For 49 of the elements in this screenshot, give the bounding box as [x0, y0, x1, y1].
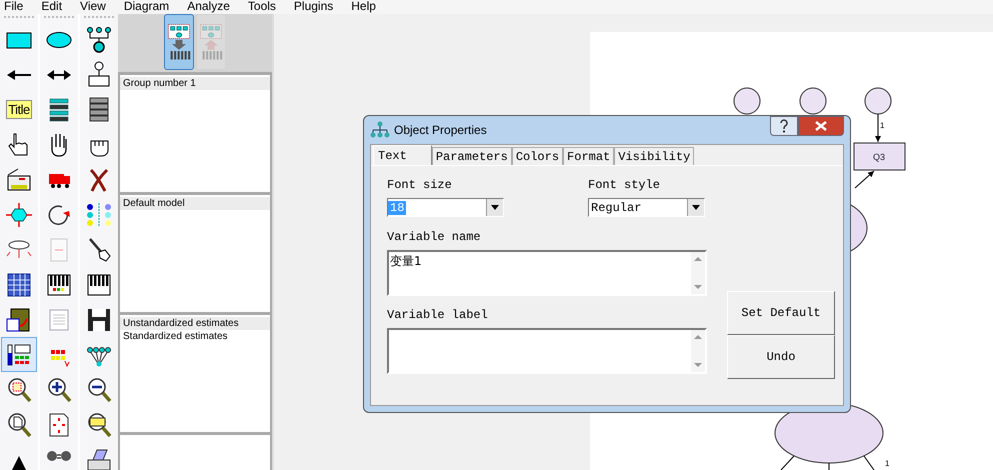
list-item[interactable]: Group number 1 [120, 77, 270, 90]
title-tool[interactable]: Title [1, 92, 37, 127]
path-arrow [875, 114, 881, 142]
scroll-arrows-icon [694, 333, 702, 369]
field-label: Variable name [387, 230, 482, 244]
error-circle [734, 88, 760, 114]
tab[interactable]: Format [563, 147, 614, 165]
close-button[interactable] [798, 116, 844, 136]
help-button[interactable] [770, 116, 798, 136]
list-item[interactable]: Default model [120, 197, 270, 210]
tab[interactable]: Parameters [432, 147, 512, 165]
field-label: Font size [387, 178, 453, 192]
close-icon [814, 121, 828, 131]
menu-item[interactable]: Plugins [294, 0, 334, 14]
scroll-arrows-icon [694, 255, 702, 291]
path-line [780, 456, 794, 470]
menu-item[interactable]: Edit [41, 0, 62, 14]
path-weight-label: 1 [880, 121, 884, 130]
list-item[interactable]: Unstandardized estimates [120, 317, 270, 330]
tab[interactable]: Colors [512, 147, 564, 165]
menu-item[interactable]: Tools [248, 0, 276, 14]
error-circle [800, 88, 826, 114]
field-label: Variable label [387, 308, 489, 322]
path-arrow [854, 170, 874, 188]
path-weight-label: 1 [885, 459, 890, 468]
variable-label-field[interactable] [387, 328, 707, 374]
font-style-dropdown[interactable]: Regular [588, 198, 705, 217]
dialog-button[interactable]: Set Default [727, 291, 835, 335]
variable-name-field[interactable]: 变量1 [387, 250, 707, 296]
dialog-title: Object Properties [394, 123, 487, 137]
field-label: Font style [588, 178, 662, 192]
dialog-button[interactable]: Undo [727, 335, 835, 379]
tree-icon [370, 121, 390, 139]
observed-variable: Q3 [854, 142, 906, 170]
menu-item[interactable]: Diagram [124, 0, 170, 14]
list-item[interactable]: Standardized estimates [120, 330, 270, 343]
tab[interactable]: Text [373, 145, 432, 165]
help-icon [779, 119, 789, 133]
error-circle [864, 88, 892, 114]
dropdown-arrow-icon [692, 205, 700, 210]
menu-item[interactable]: Help [351, 0, 376, 14]
tab[interactable]: Visibility [614, 147, 694, 165]
path-line [864, 456, 874, 470]
dropdown-arrow-icon [491, 205, 499, 210]
menu-item[interactable]: View [80, 0, 106, 14]
menu-item[interactable]: File [4, 0, 24, 14]
view-input-button[interactable] [164, 14, 194, 70]
menu-item[interactable]: Analyze [187, 0, 230, 14]
path-line [828, 462, 830, 470]
